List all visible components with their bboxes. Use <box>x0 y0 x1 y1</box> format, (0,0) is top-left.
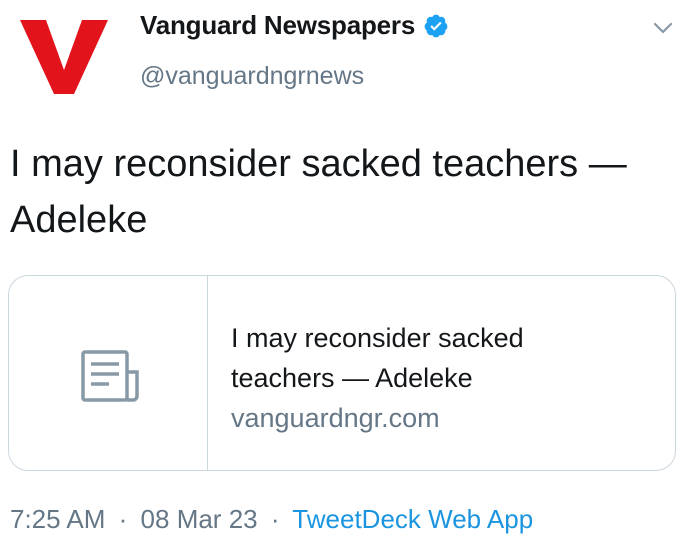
vanguard-v-logo-icon <box>20 20 108 94</box>
chevron-down-icon[interactable] <box>652 20 674 36</box>
meta-separator: · <box>270 504 280 534</box>
author-display-name[interactable]: Vanguard Newspapers <box>140 10 415 41</box>
card-title-line-2: teachers — Adeleke <box>231 363 473 393</box>
author-name-row: Vanguard Newspapers <box>140 10 449 41</box>
card-domain: vanguardngr.com <box>231 403 440 433</box>
meta-separator: · <box>118 504 128 534</box>
card-body: I may reconsider sacked teachers — Adele… <box>231 318 651 438</box>
tweet-date[interactable]: 08 Mar 23 <box>141 504 258 534</box>
tweet-time[interactable]: 7:25 AM <box>10 504 105 534</box>
card-title-line-1: I may reconsider sacked <box>231 323 524 353</box>
avatar[interactable] <box>18 14 110 94</box>
author-handle[interactable]: @vanguardngrnews <box>140 62 364 91</box>
verified-badge-icon <box>424 14 448 37</box>
document-icon <box>81 350 139 402</box>
tweet-meta: 7:25 AM · 08 Mar 23 · TweetDeck Web App <box>10 504 533 535</box>
card-thumbnail <box>9 276 208 470</box>
tweet-source-link[interactable]: TweetDeck Web App <box>292 504 533 534</box>
tweet-text: I may reconsider sacked teachers — Adele… <box>10 143 627 241</box>
link-preview-card[interactable]: I may reconsider sacked teachers — Adele… <box>8 275 676 471</box>
